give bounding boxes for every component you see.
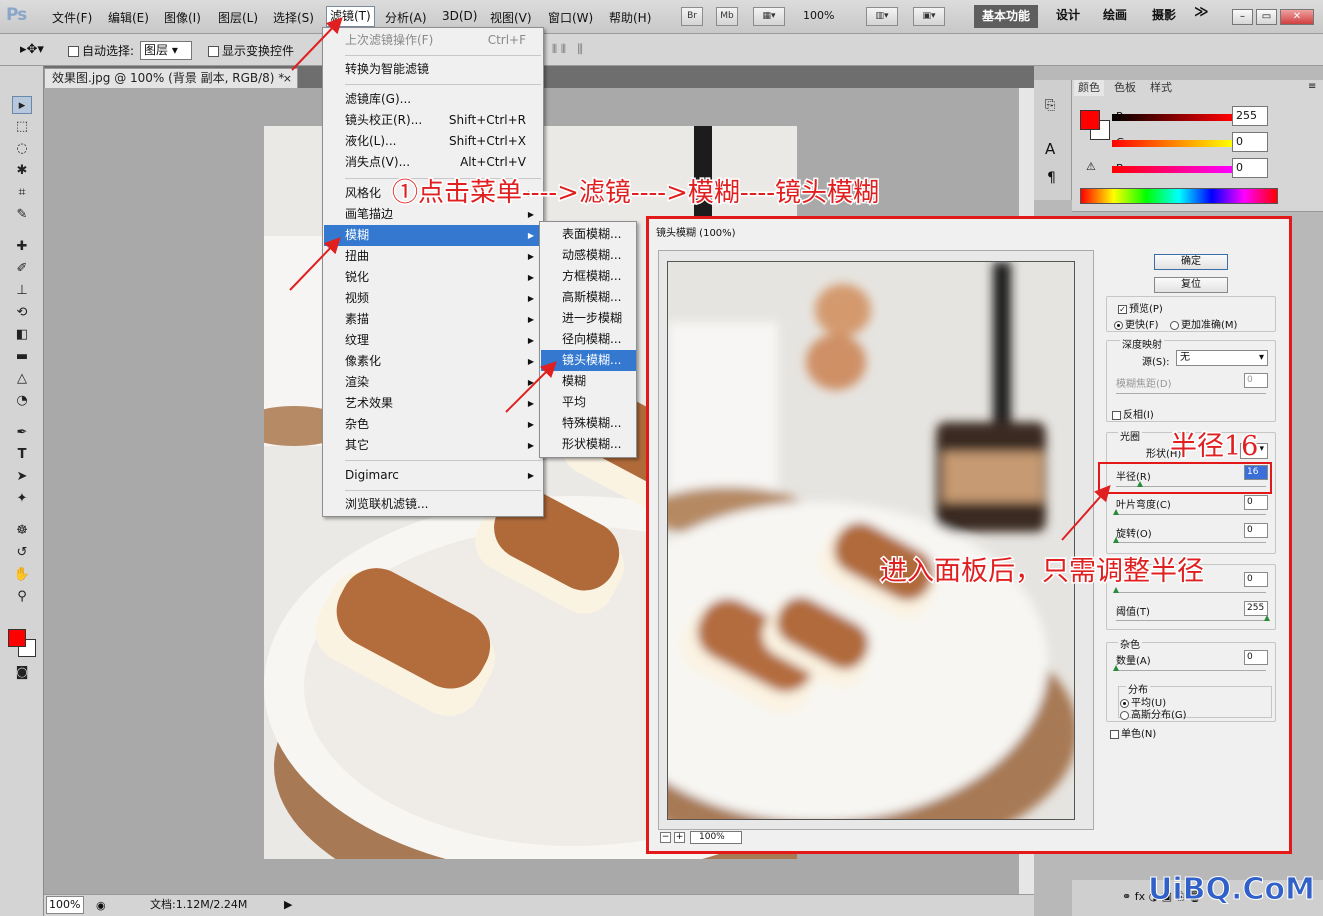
radius-annotation: 半径16 bbox=[1168, 430, 1259, 464]
arrow-to-blur-item bbox=[289, 237, 341, 291]
site-watermark: UiBQ.CoM bbox=[1148, 872, 1316, 908]
arrow-to-lens-blur bbox=[505, 361, 557, 413]
step-annotation: ①点击菜单---->滤镜---->模糊----镜头模糊 bbox=[391, 177, 881, 210]
arrow-to-radius bbox=[1061, 485, 1111, 541]
annotation-arrows bbox=[289, 17, 1111, 541]
arrow-to-filter-menu bbox=[291, 17, 343, 71]
tip-annotation: 进入面板后，只需调整半径 bbox=[879, 555, 1206, 589]
panel-foreground-swatch[interactable] bbox=[1080, 110, 1100, 130]
foreground-color-swatch[interactable] bbox=[8, 629, 26, 647]
